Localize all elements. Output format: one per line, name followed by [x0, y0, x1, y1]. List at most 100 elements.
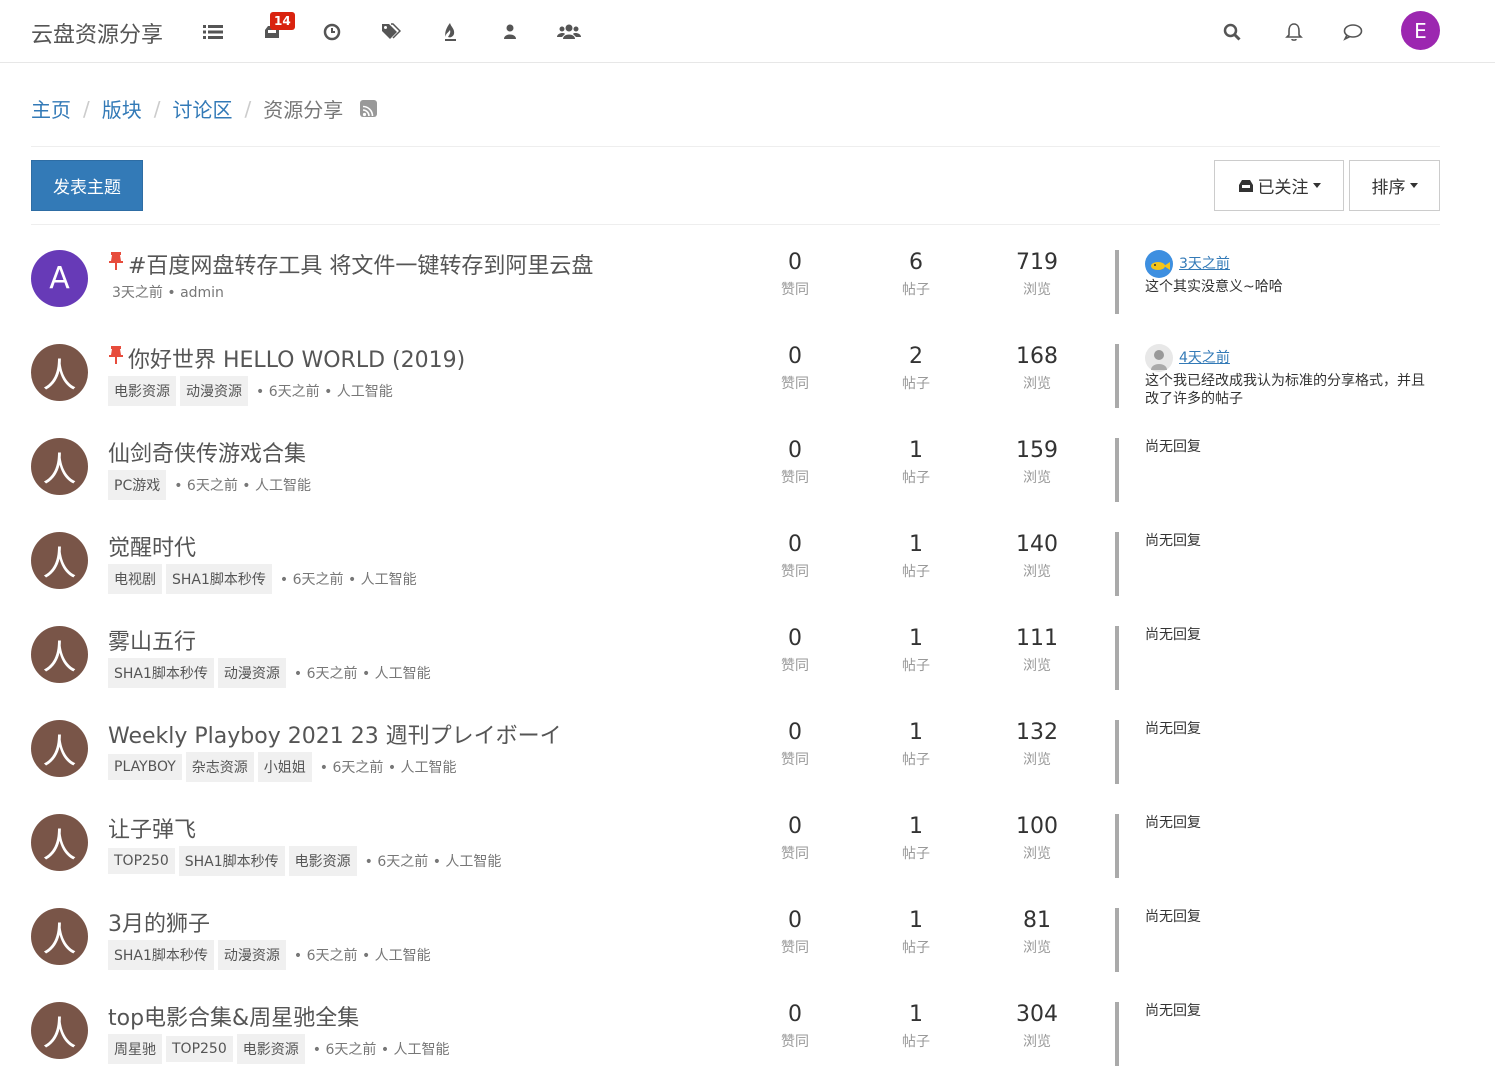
bell-icon[interactable] — [1282, 20, 1306, 44]
author-avatar[interactable]: 人 — [31, 814, 88, 871]
stat-posts-label: 帖子 — [902, 376, 930, 392]
topic-title[interactable]: 雾山五行 — [108, 624, 196, 656]
sort-dropdown-button[interactable]: 排序 — [1349, 160, 1440, 211]
stat-views-count: 159 — [1016, 438, 1058, 463]
topic-tag[interactable]: PC游戏 — [108, 470, 167, 500]
inbox-icon — [1238, 179, 1253, 192]
topic-title[interactable]: 觉醒时代 — [108, 530, 196, 562]
teaser-timestamp[interactable]: 4天之前 — [1179, 349, 1230, 367]
topic-tag[interactable]: SHA1脚本秒传 — [166, 564, 272, 594]
list-icon[interactable] — [201, 20, 225, 44]
author-avatar[interactable]: 人 — [31, 532, 88, 589]
topic-tag[interactable]: PLAYBOY — [108, 754, 182, 780]
topic-title[interactable]: 3月的狮子 — [108, 906, 210, 938]
author-avatar[interactable]: 人 — [31, 1002, 88, 1059]
author-avatar[interactable]: 人 — [31, 626, 88, 683]
stat-votes-label: 赞同 — [781, 282, 809, 298]
rss-icon[interactable] — [360, 100, 378, 117]
topic-tag[interactable]: 动漫资源 — [180, 376, 248, 406]
topic-tag[interactable]: SHA1脚本秒传 — [178, 846, 285, 876]
stat-posts-count: 1 — [909, 1002, 923, 1027]
chat-icon[interactable] — [1341, 20, 1365, 44]
topic-title[interactable]: top电影合集&周星驰全集 — [108, 1000, 359, 1032]
breadcrumb-discussion[interactable]: 讨论区 — [173, 94, 233, 123]
tags-icon[interactable] — [379, 20, 403, 44]
topic-row: A #百度网盘转存工具 将文件一键转存到阿里云盘 3天之前 • admin 0 赞同 6 帖… — [0, 234, 1495, 328]
stat-votes-label: 赞同 — [781, 752, 809, 768]
breadcrumb-categories[interactable]: 版块 — [102, 94, 142, 123]
topic-row: 人 你好世界 HELLO WORLD (2019) 电影资源 动漫资源 • 6天之前 •… — [0, 328, 1495, 422]
topic-tag[interactable]: TOP250 — [166, 1036, 233, 1062]
stat-votes: 0 赞同 — [755, 908, 835, 957]
topic-title[interactable]: 仙剑奇侠传游戏合集 — [108, 436, 306, 468]
topic-tag[interactable]: 电影资源 — [236, 1034, 305, 1064]
topic-title-text[interactable]: top电影合集&周星驰全集 — [108, 1000, 359, 1032]
topic-meta: 电影资源 动漫资源 • 6天之前 • 人工智能 — [108, 376, 393, 406]
topic-tag[interactable]: 动漫资源 — [217, 658, 286, 688]
teaser-content: 这个其实没意义~哈哈 — [1145, 279, 1283, 295]
user-icon[interactable] — [498, 20, 522, 44]
stat-views-label: 浏览 — [1023, 1034, 1051, 1050]
author-avatar[interactable]: A — [31, 250, 88, 307]
groups-icon[interactable] — [557, 20, 581, 44]
stat-votes: 0 赞同 — [755, 438, 835, 487]
author-avatar[interactable]: 人 — [31, 344, 88, 401]
teaser-timestamp[interactable]: 3天之前 — [1179, 255, 1230, 273]
watch-dropdown-button[interactable]: 已关注 — [1214, 160, 1344, 211]
topic-title-text[interactable]: #百度网盘转存工具 将文件一键转存到阿里云盘 — [128, 248, 593, 280]
topic-meta: PC游戏 • 6天之前 • 人工智能 — [108, 470, 311, 500]
fire-icon[interactable] — [438, 20, 462, 44]
last-reply-teaser: 3天之前这个其实没意义~哈哈 — [1145, 250, 1435, 296]
stat-votes: 0 赞同 — [755, 814, 835, 863]
teaser-avatar[interactable] — [1145, 344, 1173, 372]
stat-votes-label: 赞同 — [781, 846, 809, 862]
topic-title-text[interactable]: 觉醒时代 — [108, 530, 196, 562]
topic-meta-text: • 6天之前 • 人工智能 — [174, 478, 311, 494]
author-avatar[interactable]: 人 — [31, 908, 88, 965]
topic-tag[interactable]: 小姐姐 — [257, 752, 312, 782]
last-reply-teaser: 尚无回复 — [1145, 438, 1435, 456]
topic-title[interactable]: 你好世界 HELLO WORLD (2019) — [108, 342, 465, 374]
topic-title-text[interactable]: 仙剑奇侠传游戏合集 — [108, 436, 306, 468]
stat-views: 132 浏览 — [997, 720, 1077, 769]
topic-meta: 电视剧 SHA1脚本秒传 • 6天之前 • 人工智能 — [108, 564, 417, 594]
no-reply-text: 尚无回复 — [1145, 721, 1201, 737]
search-icon[interactable] — [1220, 20, 1244, 44]
clock-icon[interactable] — [320, 20, 344, 44]
stat-posts: 1 帖子 — [876, 720, 956, 769]
stat-votes-count: 0 — [788, 908, 802, 933]
breadcrumb-home[interactable]: 主页 — [31, 94, 71, 123]
site-brand[interactable]: 云盘资源分享 — [31, 17, 163, 49]
topic-tag[interactable]: 电视剧 — [108, 564, 162, 594]
user-avatar[interactable]: E — [1401, 11, 1440, 50]
topic-tag[interactable]: TOP250 — [108, 848, 175, 874]
topic-title-text[interactable]: 3月的狮子 — [108, 906, 210, 938]
topic-title[interactable]: Weekly Playboy 2021 23 週刊プレイボーイ — [108, 718, 562, 750]
new-topic-button[interactable]: 发表主题 — [31, 160, 143, 211]
topic-tag[interactable]: 动漫资源 — [217, 940, 286, 970]
topic-title-text[interactable]: 你好世界 HELLO WORLD (2019) — [128, 342, 465, 374]
topic-meta: TOP250 SHA1脚本秒传 电影资源 • 6天之前 • 人工智能 — [108, 846, 501, 876]
top-navbar: 云盘资源分享 14 E — [0, 0, 1495, 63]
topic-tag[interactable]: 电影资源 — [108, 376, 176, 406]
teaser-avatar[interactable] — [1145, 250, 1173, 278]
stat-views-label: 浏览 — [1023, 658, 1051, 674]
topic-tag[interactable]: 杂志资源 — [185, 752, 254, 782]
topic-row: 人 Weekly Playboy 2021 23 週刊プレイボーイ PLAYBOY 杂… — [0, 704, 1495, 798]
topic-title-text[interactable]: Weekly Playboy 2021 23 週刊プレイボーイ — [108, 718, 562, 750]
last-reply-teaser: 尚无回复 — [1145, 1002, 1435, 1020]
stat-posts-label: 帖子 — [902, 564, 930, 580]
stat-posts: 1 帖子 — [876, 1002, 956, 1051]
topic-tag[interactable]: SHA1脚本秒传 — [108, 940, 214, 970]
topic-title[interactable]: 让子弹飞 — [108, 812, 196, 844]
topic-tag[interactable]: SHA1脚本秒传 — [108, 658, 214, 688]
topic-title-text[interactable]: 雾山五行 — [108, 624, 196, 656]
topic-title[interactable]: #百度网盘转存工具 将文件一键转存到阿里云盘 — [108, 248, 593, 280]
topic-title-text[interactable]: 让子弹飞 — [108, 812, 196, 844]
author-avatar[interactable]: 人 — [31, 720, 88, 777]
author-avatar[interactable]: 人 — [31, 438, 88, 495]
topic-tag[interactable]: 电影资源 — [288, 846, 357, 876]
stat-votes-count: 0 — [788, 814, 802, 839]
last-reply-teaser: 尚无回复 — [1145, 908, 1435, 926]
topic-tag[interactable]: 周星驰 — [108, 1034, 162, 1064]
